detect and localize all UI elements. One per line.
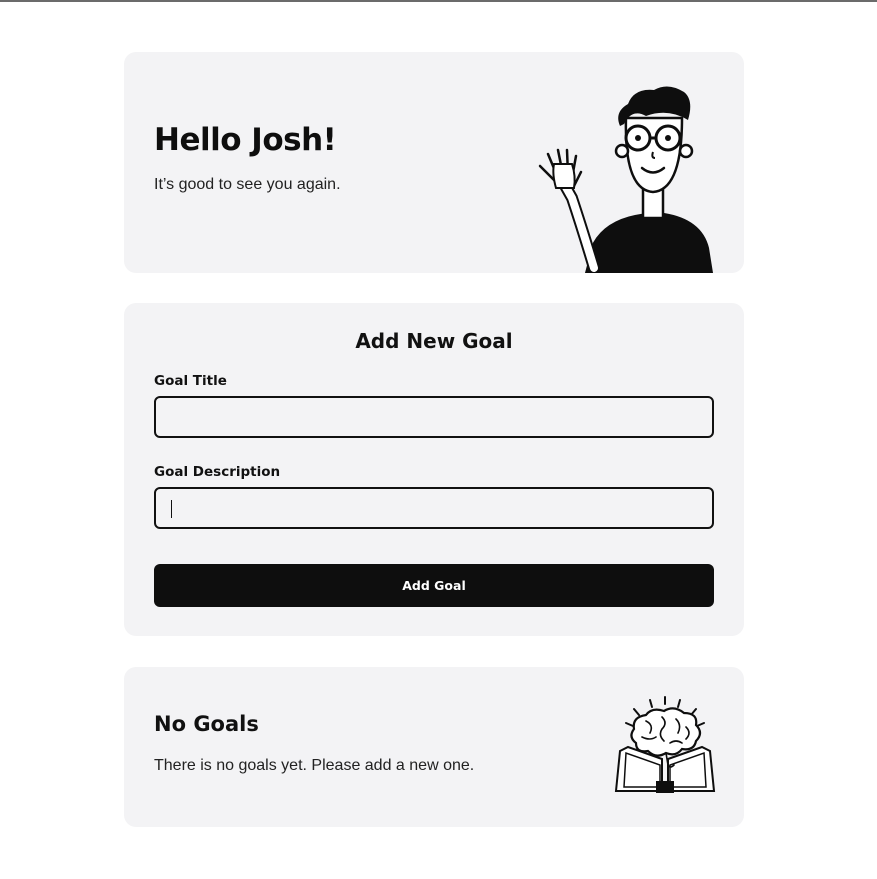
empty-state-message: There is no goals yet. Please add a new … <box>154 757 475 774</box>
goals-empty-card: No Goals There is no goals yet. Please a… <box>124 667 744 827</box>
add-goal-button[interactable]: Add Goal <box>154 564 714 607</box>
greeting-subtitle: It’s good to see you again. <box>154 176 341 193</box>
greeting-card: Hello Josh! It’s good to see you again. <box>124 52 744 273</box>
add-goal-card: Add New Goal Goal Title Goal Description… <box>124 303 744 636</box>
text-cursor <box>171 500 172 518</box>
top-border <box>0 0 877 2</box>
greeting-title: Hello Josh! <box>154 122 337 158</box>
add-goal-heading: Add New Goal <box>355 329 513 353</box>
empty-state-title: No Goals <box>154 712 259 736</box>
goal-title-label: Goal Title <box>154 373 227 389</box>
brain-book-illustration <box>614 696 716 793</box>
waving-person-illustration <box>538 86 714 273</box>
goal-description-label: Goal Description <box>154 464 281 480</box>
goal-description-input[interactable] <box>154 487 714 529</box>
goal-title-input[interactable] <box>154 396 714 438</box>
